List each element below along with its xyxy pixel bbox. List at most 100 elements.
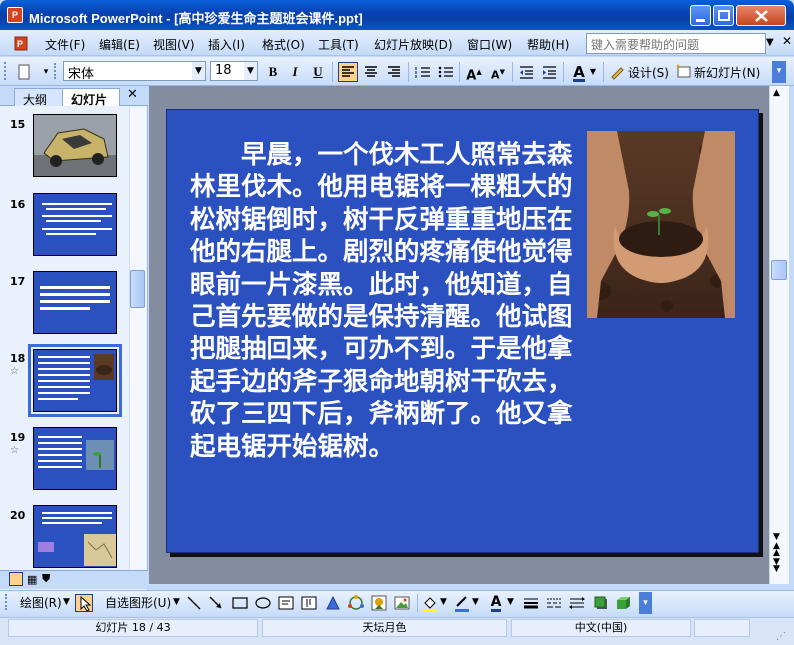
autoshapes-button[interactable]: 自选图形(U) (105, 594, 171, 611)
shadow-style-icon[interactable] (592, 594, 610, 612)
fill-color-icon[interactable] (421, 594, 439, 612)
text-box-icon[interactable] (277, 594, 295, 612)
close-button[interactable] (736, 5, 786, 26)
toolbar-separator (332, 62, 333, 82)
oval-icon[interactable] (254, 594, 272, 612)
slide-sorter-view-icon[interactable]: ▦ (27, 573, 37, 586)
rectangle-icon[interactable] (231, 594, 249, 612)
toolbar-grip[interactable] (5, 594, 7, 610)
slide-thumbnail[interactable] (33, 505, 117, 568)
chevron-down-icon[interactable]: ▼ (507, 597, 514, 607)
chevron-down-icon[interactable]: ▼ (440, 597, 447, 607)
design-template-status[interactable]: 天坛月色 (262, 619, 507, 637)
bullets-button[interactable] (436, 62, 456, 82)
text-image-slide-thumbnail (38, 512, 116, 566)
font-color-button[interactable]: A (569, 62, 589, 82)
tab-outline[interactable]: 大纲 (14, 88, 64, 107)
underline-button[interactable]: U (308, 62, 328, 82)
design-button[interactable]: 设计(S) (628, 64, 669, 81)
slides-pane-scroll-thumb[interactable] (130, 270, 145, 308)
thumbnail-number: 15 (10, 118, 26, 131)
previous-slide-icon[interactable]: ▲ ▲ (773, 542, 780, 558)
chevron-down-icon[interactable]: ▼ (244, 62, 257, 80)
new-slide-button[interactable]: 新幻灯片(N) (694, 64, 760, 81)
slide-thumbnail[interactable] (33, 427, 117, 490)
increase-indent-button[interactable] (539, 62, 559, 82)
menu-slideshow[interactable]: 幻灯片放映(D) (374, 36, 453, 53)
menu-insert[interactable]: 插入(I) (208, 36, 245, 53)
numbering-button[interactable] (413, 62, 433, 82)
chevron-down-icon[interactable]: ▼ (472, 597, 479, 607)
document-icon[interactable]: P (14, 36, 28, 51)
normal-view-icon[interactable] (9, 572, 23, 586)
bold-button[interactable]: B (263, 62, 283, 82)
slide-scroll-thumb[interactable] (771, 260, 787, 280)
new-slide-icon[interactable] (674, 62, 694, 82)
align-center-button[interactable] (361, 62, 381, 82)
next-slide-icon[interactable]: ▼ ▼ (773, 558, 780, 574)
slide-vertical-scrollbar[interactable] (769, 86, 789, 584)
arrow-icon[interactable] (207, 594, 225, 612)
line-color-icon[interactable] (453, 594, 471, 612)
slide-thumbnail[interactable] (33, 193, 117, 256)
powerpoint-app-icon[interactable]: P (7, 7, 23, 23)
design-icon[interactable] (608, 62, 628, 82)
menu-format[interactable]: 格式(O) (262, 36, 305, 53)
align-left-button[interactable] (338, 62, 358, 82)
document-close-icon[interactable]: ✕ (782, 34, 792, 48)
menu-window[interactable]: 窗口(W) (467, 36, 512, 53)
slide-thumbnail[interactable] (33, 114, 117, 177)
slide-thumbnail[interactable] (33, 271, 117, 334)
toolbar-grip[interactable] (54, 63, 56, 79)
decrease-font-size-button[interactable]: A▼ (488, 62, 508, 82)
close-icon[interactable]: ✕ (127, 87, 138, 102)
align-right-button[interactable] (384, 62, 404, 82)
drawing-font-color-icon[interactable]: A (487, 594, 505, 612)
menu-tools[interactable]: 工具(T) (318, 36, 359, 53)
toolbar-options-icon[interactable]: ▾ (772, 61, 786, 83)
toolbar-options-icon[interactable]: ▾ (639, 592, 652, 614)
select-pointer-button[interactable] (75, 594, 93, 612)
toolbar-grip[interactable] (4, 62, 8, 80)
maximize-button[interactable] (713, 5, 734, 26)
minimize-button[interactable] (690, 5, 711, 26)
menu-file[interactable]: 文件(F) (45, 36, 85, 53)
chevron-down-icon[interactable]: ▼ (63, 597, 70, 607)
menu-view[interactable]: 视图(V) (153, 36, 195, 53)
chevron-down-icon[interactable]: ▼ (766, 34, 776, 52)
scroll-up-icon[interactable]: ▲ (773, 88, 780, 98)
new-document-icon[interactable] (14, 62, 34, 82)
draw-menu-button[interactable]: 绘图(R) (20, 594, 62, 611)
font-name-select[interactable]: 宋体 (63, 61, 206, 82)
wordart-icon[interactable] (324, 594, 342, 612)
line-style-icon[interactable] (522, 594, 540, 612)
italic-button[interactable]: I (285, 62, 305, 82)
resize-grip-icon[interactable]: ⋰ (776, 631, 786, 642)
chevron-down-icon[interactable]: ▼ (173, 597, 180, 607)
clip-art-icon[interactable] (370, 594, 388, 612)
help-search-input[interactable]: 键入需要帮助的问题 (586, 33, 766, 54)
menu-help[interactable]: 帮助(H) (527, 36, 569, 53)
dash-style-icon[interactable] (545, 594, 563, 612)
bulleted-list-icon (438, 66, 453, 78)
line-icon[interactable] (185, 594, 203, 612)
decrease-indent-button[interactable] (516, 62, 536, 82)
tab-slides[interactable]: 幻灯片 (62, 88, 120, 107)
toolbar-options-icon[interactable]: ▾ (36, 62, 56, 82)
chevron-down-icon[interactable]: ▼ (192, 62, 205, 80)
slides-pane-scrollbar[interactable] (129, 107, 146, 569)
slide-thumbnail-selected[interactable] (28, 344, 122, 417)
slide-body-text[interactable]: 早晨，一个伐木工人照常去森林里伐木。他用电锯将一棵粗大的松树锯倒时，树干反弹重重… (190, 139, 580, 463)
chevron-down-icon[interactable]: ▼ (588, 62, 598, 82)
menu-edit[interactable]: 编辑(E) (99, 36, 140, 53)
thumbnail-number: 18 (10, 352, 26, 365)
indent-icon (543, 66, 556, 79)
slideshow-view-icon[interactable]: ⛊ (42, 572, 50, 586)
3d-style-icon[interactable] (614, 594, 632, 612)
vertical-text-box-icon[interactable] (300, 594, 318, 612)
hands-holding-soil-image[interactable] (587, 131, 735, 318)
picture-icon[interactable] (393, 594, 411, 612)
diagram-icon[interactable] (347, 594, 365, 612)
increase-font-size-button[interactable]: A▲ (464, 62, 484, 83)
arrow-style-icon[interactable] (568, 594, 586, 612)
